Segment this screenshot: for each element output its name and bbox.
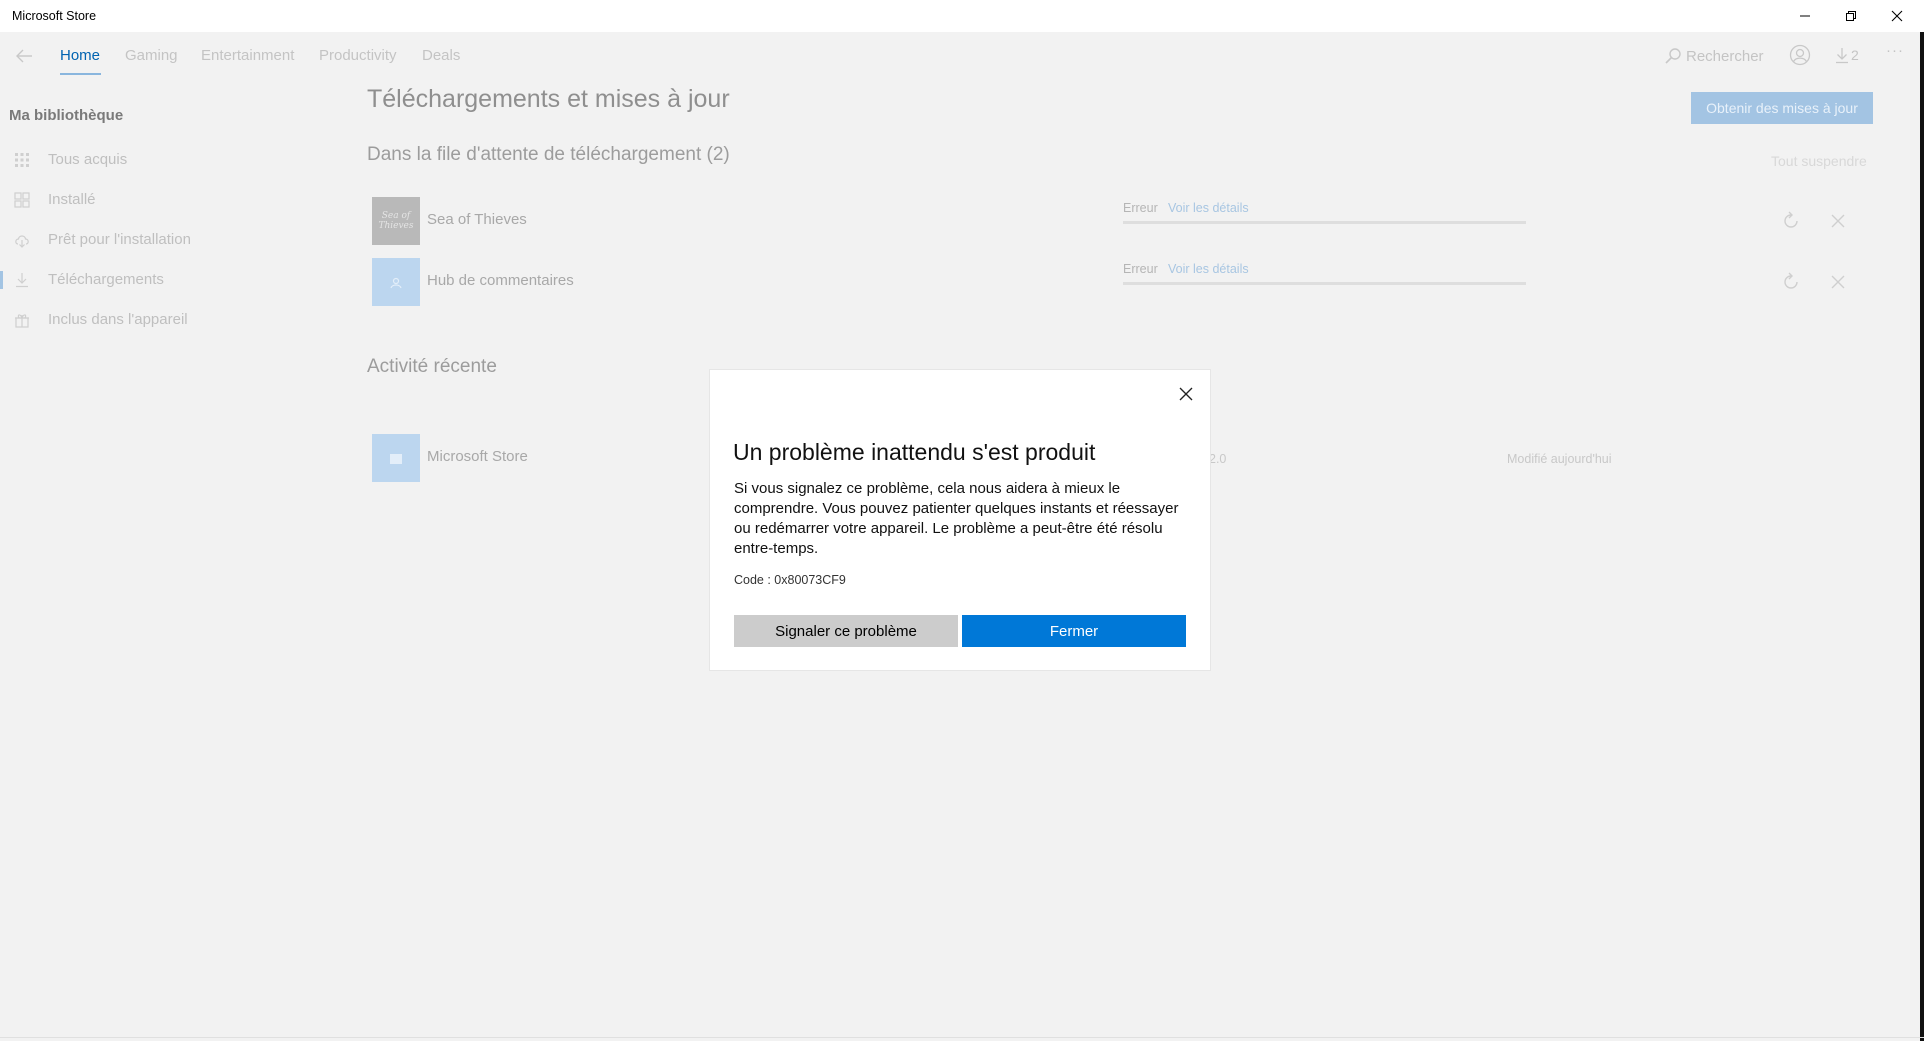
recent-activity-title: Activité récente bbox=[367, 356, 497, 377]
retry-icon[interactable] bbox=[1780, 210, 1802, 232]
window-title: Microsoft Store bbox=[12, 9, 97, 23]
dialog-title: Un problème inattendu s'est produit bbox=[733, 439, 1096, 465]
tab-productivity[interactable]: Productivity bbox=[319, 47, 397, 64]
store-bag-icon bbox=[390, 454, 402, 464]
sidebar-item-label: Téléchargements bbox=[48, 271, 164, 288]
download-icon bbox=[16, 273, 28, 288]
tab-deals[interactable]: Deals bbox=[422, 47, 460, 64]
sidebar-item-label: Prêt pour l'installation bbox=[48, 231, 191, 248]
sidebar-item-label: Installé bbox=[48, 191, 96, 208]
grid-dots-icon bbox=[15, 153, 29, 167]
tab-gaming[interactable]: Gaming bbox=[125, 47, 178, 64]
sidebar-item-ready-to-install[interactable]: Prêt pour l'installation bbox=[0, 220, 340, 260]
error-dialog: Un problème inattendu s'est produit Si v… bbox=[710, 370, 1210, 670]
minimize-button[interactable] bbox=[1782, 0, 1828, 32]
more-options-button[interactable]: ··· bbox=[1886, 42, 1904, 59]
tab-home[interactable]: Home bbox=[60, 47, 100, 64]
feedback-hub-icon bbox=[390, 277, 402, 289]
thumbnail-logo-text: Sea of Thieves bbox=[378, 211, 414, 231]
dialog-close-button[interactable] bbox=[1174, 382, 1198, 406]
sidebar-title: Ma bibliothèque bbox=[9, 107, 124, 124]
close-icon bbox=[1891, 10, 1903, 22]
error-code: Code : 0x80073CF9 bbox=[734, 573, 846, 587]
queue-section-title: Dans la file d'attente de téléchargement… bbox=[367, 144, 730, 165]
cancel-icon[interactable] bbox=[1828, 211, 1848, 231]
restore-button[interactable] bbox=[1828, 0, 1874, 32]
title-bar bbox=[0, 0, 1924, 32]
bottom-divider bbox=[0, 1037, 1924, 1038]
minimize-icon bbox=[1800, 15, 1810, 17]
sidebar-item-label: Tous acquis bbox=[48, 151, 128, 168]
page-title: Téléchargements et mises à jour bbox=[367, 85, 730, 113]
report-problem-button[interactable]: Signaler ce problème bbox=[734, 615, 958, 647]
sidebar-item-label: Inclus dans l'appareil bbox=[48, 311, 188, 328]
progress-bar bbox=[1123, 221, 1526, 224]
gift-icon bbox=[15, 314, 29, 328]
pause-all-button[interactable]: Tout suspendre bbox=[1771, 153, 1867, 169]
grid-icon bbox=[14, 192, 30, 208]
app-thumbnail-microsoft-store bbox=[372, 434, 420, 482]
app-version: 2.0 bbox=[1209, 452, 1227, 466]
sidebar-item-all-owned[interactable]: Tous acquis bbox=[0, 140, 340, 180]
app-thumbnail-sea-of-thieves: Sea of Thieves bbox=[372, 197, 420, 245]
sidebar-item-downloads[interactable]: Téléchargements bbox=[0, 260, 340, 300]
close-icon bbox=[1179, 387, 1193, 401]
downloads-button[interactable]: 2 bbox=[1835, 45, 1859, 65]
progress-bar bbox=[1123, 282, 1526, 285]
close-dialog-button[interactable]: Fermer bbox=[962, 615, 1186, 647]
queue-row[interactable]: Hub de commentaires Erreur Voir les déta… bbox=[367, 253, 1867, 311]
download-icon bbox=[1836, 48, 1848, 64]
modified-date: Modifié aujourd'hui bbox=[1507, 452, 1612, 466]
search-button[interactable]: Rechercher bbox=[1664, 45, 1764, 67]
downloads-count: 2 bbox=[1851, 47, 1859, 63]
sidebar-item-installed[interactable]: Installé bbox=[0, 180, 340, 220]
app-name: Hub de commentaires bbox=[427, 272, 574, 289]
get-updates-button[interactable]: Obtenir des mises à jour bbox=[1691, 92, 1873, 124]
selection-indicator bbox=[0, 271, 3, 289]
restore-icon bbox=[1846, 11, 1856, 21]
window-edge bbox=[1920, 32, 1924, 1041]
tab-home-indicator bbox=[60, 73, 101, 75]
see-details-link[interactable]: Voir les détails bbox=[1168, 201, 1249, 215]
search-icon bbox=[1665, 48, 1681, 64]
dialog-message: Si vous signalez ce problème, cela nous … bbox=[734, 480, 1179, 557]
retry-icon[interactable] bbox=[1780, 271, 1802, 293]
app-name: Microsoft Store bbox=[427, 448, 528, 465]
search-label: Rechercher bbox=[1686, 47, 1764, 65]
queue-row[interactable]: Sea of Thieves Sea of Thieves Erreur Voi… bbox=[367, 192, 1867, 250]
cloud-download-icon bbox=[15, 235, 29, 248]
status-text: Erreur bbox=[1123, 201, 1158, 215]
account-button[interactable] bbox=[1789, 44, 1811, 66]
app-thumbnail-feedback-hub bbox=[372, 258, 420, 306]
status-text: Erreur bbox=[1123, 262, 1158, 276]
sidebar-item-included-with-device[interactable]: Inclus dans l'appareil bbox=[0, 300, 340, 340]
back-arrow-icon bbox=[16, 49, 32, 63]
back-button[interactable] bbox=[14, 46, 34, 66]
app-name: Sea of Thieves bbox=[427, 211, 527, 228]
tab-entertainment[interactable]: Entertainment bbox=[201, 47, 294, 64]
cancel-icon[interactable] bbox=[1828, 272, 1848, 292]
close-window-button[interactable] bbox=[1874, 0, 1920, 32]
see-details-link[interactable]: Voir les détails bbox=[1168, 262, 1249, 276]
avatar-icon bbox=[1789, 44, 1811, 66]
